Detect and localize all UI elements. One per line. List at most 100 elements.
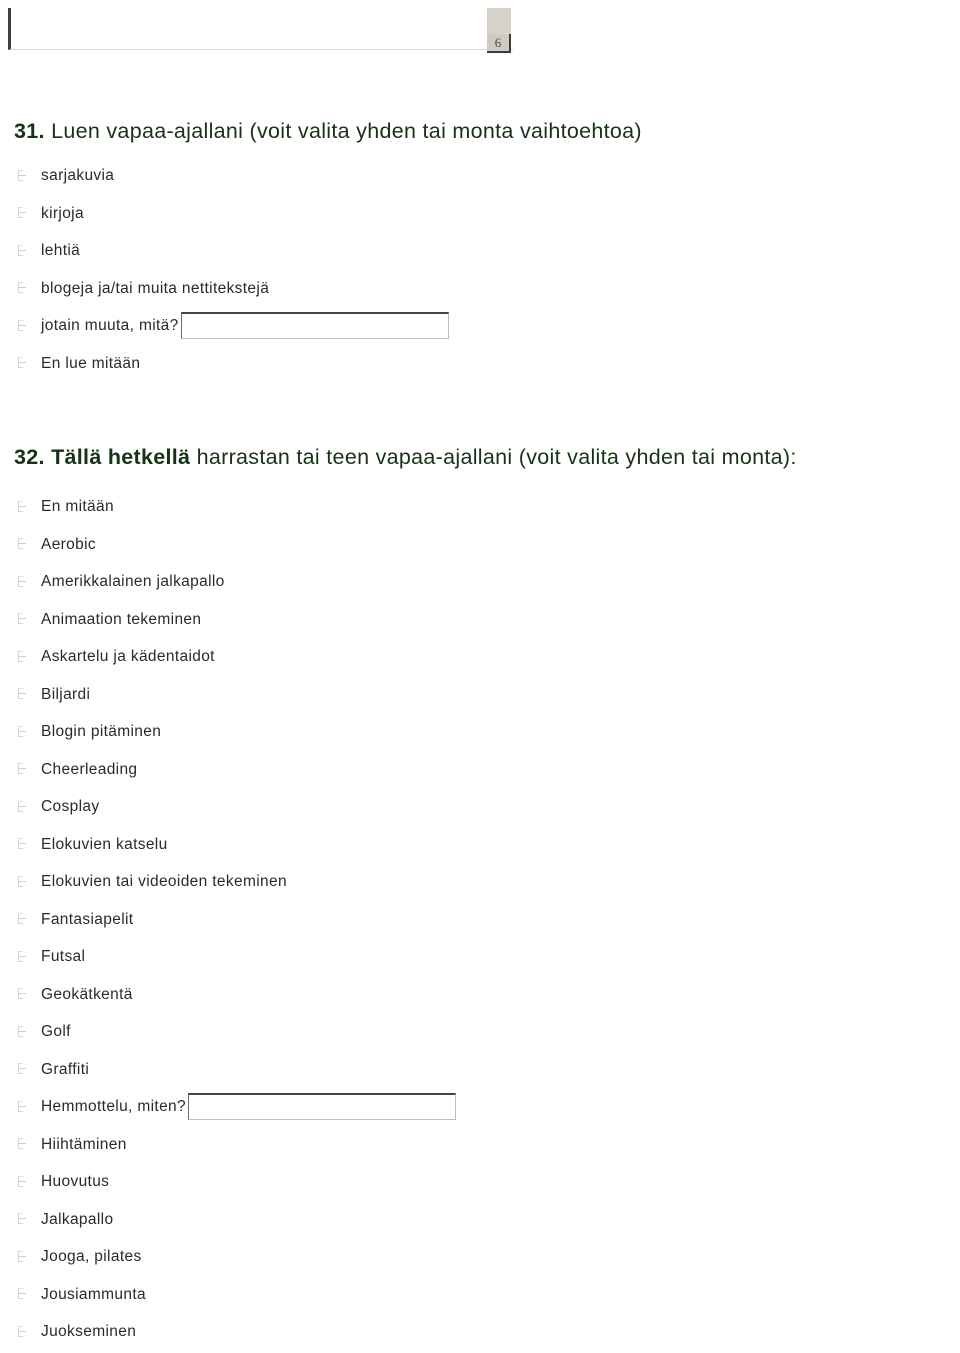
- checkbox-icon[interactable]: [18, 875, 27, 888]
- question-heading-32: 32. Tällä hetkellä harrastan tai teen va…: [14, 444, 954, 470]
- list-item[interactable]: Animaation tekeminen: [14, 601, 954, 639]
- question-block-32: 32. Tällä hetkellä harrastan tai teen va…: [14, 444, 954, 1351]
- checkbox-icon[interactable]: [18, 357, 27, 369]
- checkbox-icon[interactable]: [18, 1288, 27, 1300]
- list-item[interactable]: kirjoja: [14, 195, 954, 233]
- list-item[interactable]: lehtiä: [14, 232, 954, 270]
- checkbox-icon[interactable]: [18, 1175, 27, 1188]
- checkbox-icon[interactable]: [18, 650, 27, 663]
- option-label: En lue mitään: [41, 354, 141, 372]
- list-item[interactable]: blogeja ja/tai muita nettitekstejä: [14, 270, 954, 308]
- checkbox-icon[interactable]: [18, 1063, 27, 1075]
- list-item[interactable]: Elokuvien tai videoiden tekeminen: [14, 863, 954, 901]
- list-item[interactable]: jotain muuta, mitä?: [14, 307, 954, 345]
- option-label: Hiihtäminen: [41, 1135, 127, 1153]
- option-label: Hemmottelu, miten?: [41, 1098, 186, 1116]
- list-item[interactable]: Jousiammunta: [14, 1276, 954, 1314]
- checkbox-icon[interactable]: [18, 500, 27, 513]
- question-number-32: 32.: [14, 445, 45, 469]
- checkbox-icon[interactable]: [18, 1100, 27, 1113]
- checkbox-icon[interactable]: [18, 838, 27, 850]
- list-item[interactable]: Futsal: [14, 938, 954, 976]
- list-item[interactable]: En lue mitään: [14, 345, 954, 383]
- checkbox-icon[interactable]: [18, 1138, 27, 1150]
- list-item[interactable]: Blogin pitäminen: [14, 713, 954, 751]
- checkbox-icon[interactable]: [18, 913, 27, 925]
- list-item[interactable]: Biljardi: [14, 676, 954, 714]
- checkbox-icon[interactable]: [18, 800, 27, 813]
- question-text-31: Luen vapaa-ajallani (voit valita yhden t…: [51, 119, 642, 143]
- option-list-32: En mitään Aerobic Amerikkalainen jalkapa…: [14, 488, 954, 1351]
- question-block-31: 31. Luen vapaa-ajallani (voit valita yhd…: [14, 118, 954, 382]
- option-label: Aerobic: [41, 535, 97, 553]
- option-label: Golf: [41, 1023, 71, 1041]
- list-item[interactable]: Fantasiapelit: [14, 901, 954, 939]
- other-text-input-31[interactable]: [180, 312, 449, 340]
- checkbox-icon[interactable]: [18, 282, 27, 294]
- checkbox-icon[interactable]: [18, 1213, 27, 1225]
- option-label: Elokuvien katselu: [41, 835, 168, 853]
- option-label: Askartelu ja kädentaidot: [41, 648, 215, 666]
- option-label: En mitään: [41, 498, 114, 516]
- option-label: Fantasiapelit: [41, 910, 134, 928]
- list-item[interactable]: Geokätkentä: [14, 976, 954, 1014]
- checkbox-icon[interactable]: [18, 988, 27, 1000]
- checkbox-icon[interactable]: [18, 688, 27, 700]
- question-number-31: 31.: [14, 119, 45, 143]
- checkbox-icon[interactable]: [18, 1250, 27, 1263]
- option-label: Elokuvien tai videoiden tekeminen: [41, 873, 287, 891]
- option-label: jotain muuta, mitä?: [41, 317, 179, 335]
- list-item[interactable]: En mitään: [14, 488, 954, 526]
- question-text-32: harrastan tai teen vapaa-ajallani (voit …: [190, 445, 797, 469]
- list-item[interactable]: Juokseminen: [14, 1313, 954, 1351]
- checkbox-icon[interactable]: [18, 950, 27, 963]
- question-emphasis-32: Tällä hetkellä: [51, 445, 191, 469]
- list-item[interactable]: Amerikkalainen jalkapallo: [14, 563, 954, 601]
- checkbox-icon[interactable]: [18, 725, 27, 738]
- option-label: Jousiammunta: [41, 1285, 146, 1303]
- list-item[interactable]: Askartelu ja kädentaidot: [14, 638, 954, 676]
- checkbox-icon[interactable]: [18, 319, 27, 332]
- option-label: Biljardi: [41, 685, 91, 703]
- list-item[interactable]: Jalkapallo: [14, 1201, 954, 1239]
- option-label: Futsal: [41, 948, 86, 966]
- option-label: Blogin pitäminen: [41, 723, 162, 741]
- list-item[interactable]: Cosplay: [14, 788, 954, 826]
- checkbox-icon[interactable]: [18, 763, 27, 775]
- checkbox-icon[interactable]: [18, 575, 27, 588]
- checkbox-icon[interactable]: [18, 1325, 27, 1338]
- list-item[interactable]: Graffiti: [14, 1051, 954, 1089]
- option-label: Animaation tekeminen: [41, 610, 202, 628]
- list-item[interactable]: Golf: [14, 1013, 954, 1051]
- option-label: sarjakuvia: [41, 167, 115, 185]
- option-label: Cosplay: [41, 798, 100, 816]
- option-label: lehtiä: [41, 242, 81, 260]
- list-item[interactable]: Cheerleading: [14, 751, 954, 789]
- checkbox-icon[interactable]: [18, 538, 27, 550]
- option-list-31: sarjakuvia kirjoja lehtiä blogeja ja/tai…: [14, 157, 954, 382]
- list-item[interactable]: Aerobic: [14, 526, 954, 564]
- checkbox-icon[interactable]: [18, 207, 27, 219]
- option-label: Geokätkentä: [41, 985, 133, 1003]
- other-text-input-32[interactable]: [188, 1093, 456, 1121]
- checkbox-icon[interactable]: [18, 169, 27, 182]
- list-item[interactable]: Hiihtäminen: [14, 1126, 954, 1164]
- option-label: Juokseminen: [41, 1323, 137, 1341]
- list-item[interactable]: Hemmottelu, miten?: [14, 1088, 954, 1126]
- list-item[interactable]: Huovutus: [14, 1163, 954, 1201]
- list-item[interactable]: Elokuvien katselu: [14, 826, 954, 864]
- checkbox-icon[interactable]: [18, 1025, 27, 1038]
- option-label: Amerikkalainen jalkapallo: [41, 573, 225, 591]
- checkbox-icon[interactable]: [18, 613, 27, 625]
- page-number-box: 6: [487, 8, 511, 53]
- option-label: kirjoja: [41, 204, 84, 222]
- question-heading-31: 31. Luen vapaa-ajallani (voit valita yhd…: [14, 118, 954, 144]
- option-label: Jooga, pilates: [41, 1248, 142, 1266]
- checkbox-icon[interactable]: [18, 244, 27, 257]
- list-item[interactable]: sarjakuvia: [14, 157, 954, 195]
- option-label: Graffiti: [41, 1060, 90, 1078]
- option-label: Jalkapallo: [41, 1210, 114, 1228]
- page-number-label: 6: [487, 34, 511, 53]
- list-item[interactable]: Jooga, pilates: [14, 1238, 954, 1276]
- option-label: blogeja ja/tai muita nettitekstejä: [41, 279, 270, 297]
